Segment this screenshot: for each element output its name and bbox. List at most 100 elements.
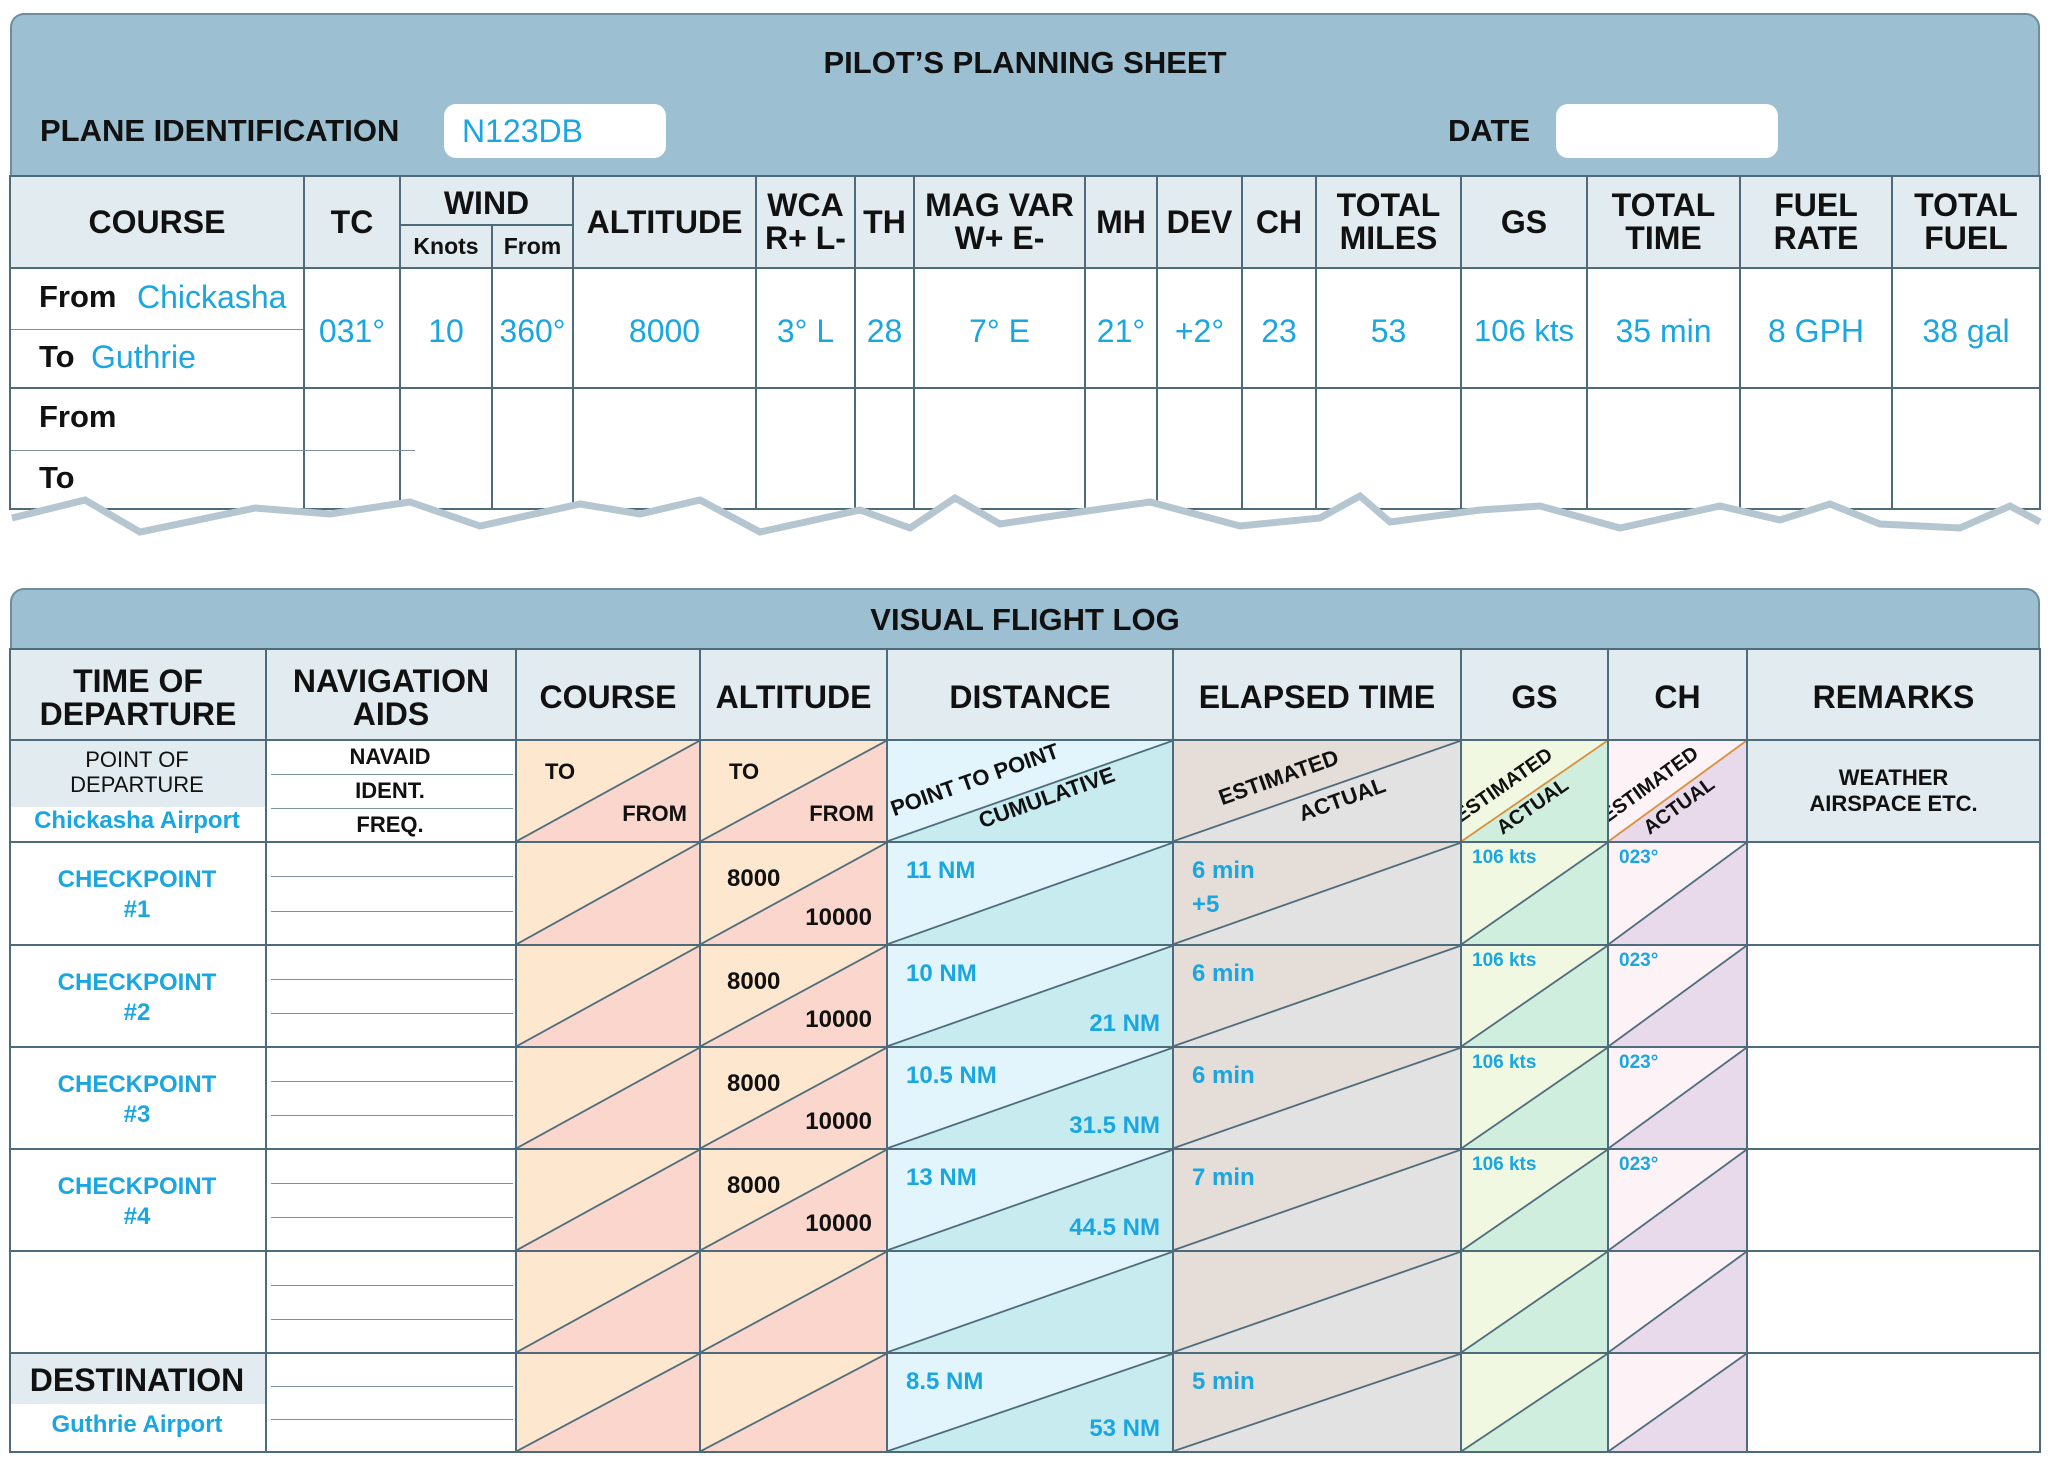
leg-total-time[interactable]: 35 min	[1586, 267, 1741, 389]
altitude-cell: 8000 10000	[699, 944, 888, 1048]
altitude-to-value[interactable]: 8000	[727, 865, 780, 893]
navaid-divider	[271, 1285, 513, 1286]
header-dev: DEV	[1156, 175, 1243, 269]
altitude-to-value[interactable]: 8000	[727, 1070, 780, 1098]
cumulative-value[interactable]: 21 NM	[1089, 1010, 1160, 1038]
header-course: COURSE	[9, 175, 305, 269]
leg-gs[interactable]: 106 kts	[1460, 267, 1588, 389]
log-header-course: COURSE	[515, 648, 701, 741]
checkpoint-name[interactable]: CHECKPOINT #4	[11, 1172, 263, 1232]
estimated-ch-value[interactable]: 023°	[1619, 847, 1658, 869]
header-fuel-rate: FUEL RATE	[1739, 175, 1893, 269]
estimated-time-value[interactable]: 7 min	[1192, 1164, 1255, 1192]
estimated-ch-value[interactable]: 023°	[1619, 1052, 1658, 1074]
navaid-label: NAVAID	[349, 744, 431, 769]
leg-altitude[interactable]: 8000	[572, 267, 757, 389]
leg-tc[interactable]: 031°	[303, 267, 401, 389]
leg-wind-knots[interactable]: 10	[399, 267, 493, 389]
log-header-navigation-aids: NAVIGATION AIDS	[265, 648, 517, 741]
estimated-time-value[interactable]: 6 min	[1192, 960, 1255, 988]
leg-total-miles[interactable]: 53	[1315, 267, 1462, 389]
navaid-cell[interactable]	[265, 841, 517, 946]
altitude-from-value[interactable]: 10000	[805, 1210, 872, 1238]
to-value[interactable]: Guthrie	[91, 339, 196, 376]
leg-wca[interactable]: 3° L	[755, 267, 856, 389]
estimated-time-value[interactable]: 6 min	[1192, 1062, 1255, 1090]
leg-wind-from[interactable]: 360°	[491, 267, 574, 389]
log-header-distance: DISTANCE	[886, 648, 1174, 741]
estimated-gs-value[interactable]: 106 kts	[1472, 1154, 1536, 1176]
leg-mag-var[interactable]: 7° E	[913, 267, 1086, 389]
estimated-time-value[interactable]: 6 min	[1192, 857, 1255, 885]
leg-ch[interactable]: 23	[1241, 267, 1317, 389]
remarks-cell[interactable]	[1746, 841, 2041, 946]
navaid-divider	[271, 979, 513, 980]
checkpoint-name[interactable]: CHECKPOINT #3	[11, 1070, 263, 1130]
navaid-cell[interactable]	[265, 1148, 517, 1252]
checkpoint-name[interactable]: CHECKPOINT #2	[11, 968, 263, 1028]
destination-airport[interactable]: Guthrie Airport	[11, 1411, 263, 1439]
gs-cell: 106 kts	[1460, 1046, 1609, 1150]
altitude-to-value[interactable]: 8000	[727, 968, 780, 996]
freq-divider	[271, 910, 513, 912]
distance-cell	[886, 1250, 1174, 1354]
estimated-time-value[interactable]: 5 min	[1192, 1368, 1255, 1396]
course-cell	[515, 944, 701, 1048]
departure-airport[interactable]: Chickasha Airport	[11, 807, 263, 835]
cumulative-value[interactable]: 53 NM	[1089, 1415, 1160, 1443]
altitude-from-value[interactable]: 10000	[805, 1006, 872, 1034]
checkpoint-cell: CHECKPOINT #2	[9, 944, 267, 1048]
plane-identification-label: PLANE IDENTIFICATION	[40, 113, 400, 148]
checkpoint-name[interactable]: CHECKPOINT #1	[11, 865, 263, 925]
estimated-ch-value[interactable]: 023°	[1619, 950, 1658, 972]
distance-cell: 13 NM 44.5 NM	[886, 1148, 1174, 1252]
navaid-cell[interactable]	[265, 1250, 517, 1354]
point-of-departure-label: POINT OF DEPARTURE	[70, 747, 204, 798]
course-to-label: TO	[545, 759, 576, 784]
point-to-point-value[interactable]: 8.5 NM	[906, 1368, 983, 1396]
leg-dev[interactable]: +2°	[1156, 267, 1243, 389]
estimated-gs-value[interactable]: 106 kts	[1472, 950, 1536, 972]
remarks-cell[interactable]	[1746, 1046, 2041, 1150]
navaid-cell[interactable]	[265, 1046, 517, 1150]
ch-cell: 023°	[1607, 1148, 1748, 1252]
leg-mh[interactable]: 21°	[1084, 267, 1158, 389]
altitude-to-value[interactable]: 8000	[727, 1172, 780, 1200]
elapsed-time-cell	[1172, 1250, 1462, 1354]
distance-header: POINT TO POINT CUMULATIVE	[886, 739, 1174, 843]
point-to-point-value[interactable]: 10.5 NM	[906, 1062, 997, 1090]
leg-total-fuel[interactable]: 38 gal	[1891, 267, 2041, 389]
destination-label: DESTINATION	[29, 1362, 245, 1398]
point-to-point-value[interactable]: 11 NM	[906, 857, 975, 885]
altitude-from-value[interactable]: 10000	[805, 1108, 872, 1136]
remarks-cell[interactable]	[1746, 1352, 2041, 1453]
remarks-cell[interactable]	[1746, 1148, 2041, 1252]
estimated-gs-value[interactable]: 106 kts	[1472, 1052, 1536, 1074]
navaid-divider	[271, 1386, 513, 1387]
distance-cell: 11 NM	[886, 841, 1174, 946]
cumulative-value[interactable]: 44.5 NM	[1069, 1214, 1160, 1242]
navaid-cell[interactable]	[265, 944, 517, 1048]
course-cell	[515, 841, 701, 946]
plane-identification-input[interactable]: N123DB	[444, 104, 666, 158]
header-wind-from: From	[491, 224, 574, 269]
cumulative-value[interactable]: 31.5 NM	[1069, 1112, 1160, 1140]
date-input[interactable]	[1556, 104, 1778, 158]
point-to-point-value[interactable]: 10 NM	[906, 960, 977, 988]
header-mag-var: MAG VAR W+ E-	[913, 175, 1086, 269]
estimated-ch-value[interactable]: 023°	[1619, 1154, 1658, 1176]
actual-time-value[interactable]: +5	[1192, 891, 1219, 919]
remarks-cell[interactable]	[1746, 944, 2041, 1048]
remarks-cell[interactable]	[1746, 1250, 2041, 1354]
leg-fuel-rate[interactable]: 8 GPH	[1739, 267, 1893, 389]
leg-th[interactable]: 28	[854, 267, 915, 389]
estimated-gs-value[interactable]: 106 kts	[1472, 847, 1536, 869]
navaid-cell[interactable]	[265, 1352, 517, 1453]
header-wind-knots: Knots	[399, 224, 493, 269]
from-value[interactable]: Chickasha	[137, 279, 286, 316]
divider	[271, 774, 513, 775]
altitude-from-value[interactable]: 10000	[805, 904, 872, 932]
freq-divider	[271, 1419, 513, 1420]
point-to-point-value[interactable]: 13 NM	[906, 1164, 977, 1192]
checkpoint-cell: CHECKPOINT #3	[9, 1046, 267, 1150]
